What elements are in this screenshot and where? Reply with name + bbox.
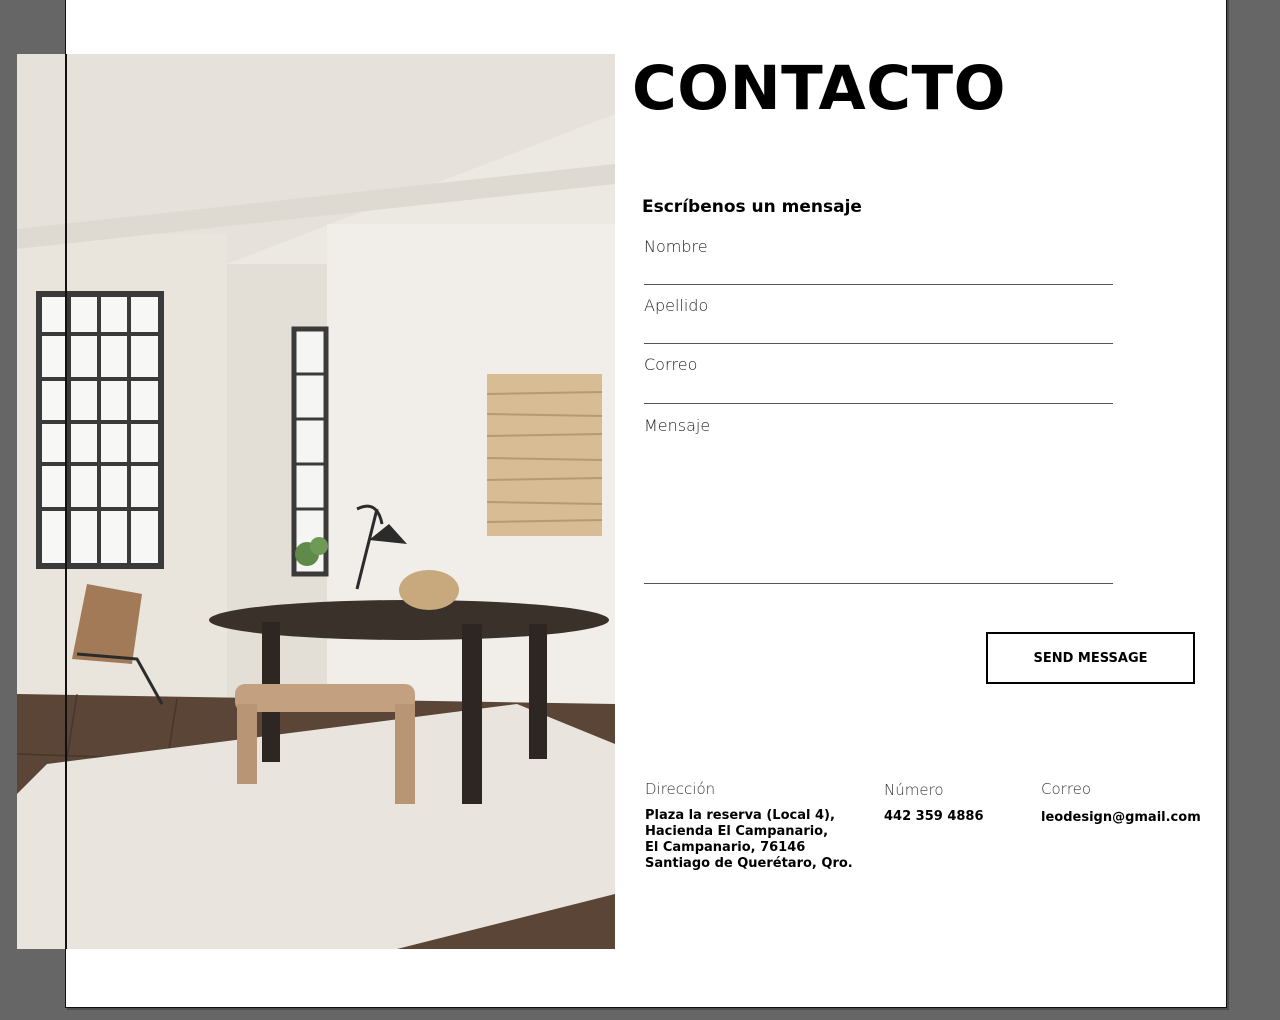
photo-divider-line xyxy=(65,54,67,949)
email-input[interactable] xyxy=(644,381,1113,401)
email-field[interactable]: Correo xyxy=(644,355,1113,404)
contact-email-value[interactable]: leodesign@gmail.com xyxy=(1041,810,1201,826)
first-name-input[interactable] xyxy=(644,262,1113,282)
address-line-2: Hacienda El Campanario, xyxy=(645,824,829,839)
message-textarea[interactable] xyxy=(644,442,1113,581)
send-message-button[interactable]: SEND MESSAGE xyxy=(986,632,1195,684)
address-line-4: Santiago de Querétaro, Qro. xyxy=(645,856,853,871)
phone-label: Número xyxy=(884,781,944,799)
last-name-input[interactable] xyxy=(644,321,1113,341)
message-field[interactable]: Mensaje xyxy=(644,416,1113,584)
phone-value[interactable]: 442 359 4886 xyxy=(884,809,984,825)
form-heading: Escríbenos un mensaje xyxy=(642,197,862,217)
first-name-label: Nombre xyxy=(644,237,708,256)
page-title: CONTACTO xyxy=(632,53,1006,124)
first-name-field[interactable]: Nombre xyxy=(644,237,1113,285)
address-block: Plaza la reserva (Local 4), Hacienda El … xyxy=(645,808,853,872)
address-label: Dirección xyxy=(645,780,716,798)
email-label: Correo xyxy=(644,355,698,374)
last-name-label: Apellido xyxy=(644,296,709,315)
contact-email-label: Correo xyxy=(1041,780,1092,798)
interior-photo xyxy=(17,54,615,949)
last-name-field[interactable]: Apellido xyxy=(644,296,1113,344)
message-label: Mensaje xyxy=(644,416,711,435)
address-line-1: Plaza la reserva (Local 4), xyxy=(645,808,835,823)
address-line-3: El Campanario, 76146 xyxy=(645,840,806,855)
